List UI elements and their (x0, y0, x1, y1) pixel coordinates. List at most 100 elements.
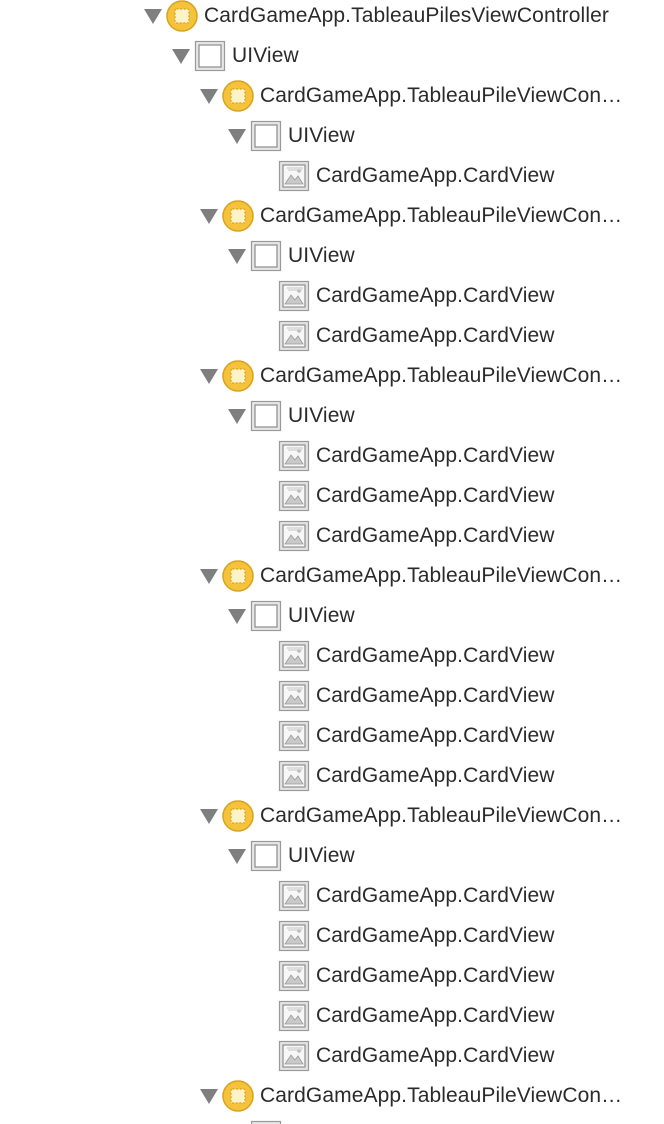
outline-row-label: CardGameApp.CardView (316, 1004, 555, 1027)
outline-row-card[interactable]: CardGameApp.CardView (0, 716, 664, 756)
view-icon (250, 1120, 282, 1124)
outline-row-card[interactable]: CardGameApp.CardView (0, 436, 664, 476)
disclosure-triangle-icon[interactable] (220, 236, 248, 276)
outline-row-label: CardGameApp.CardView (316, 764, 555, 787)
outline-row-card[interactable]: CardGameApp.CardView (0, 316, 664, 356)
disclosure-triangle-icon[interactable] (220, 596, 248, 636)
disclosure-triangle-icon[interactable] (192, 76, 220, 116)
view-icon (250, 120, 282, 152)
outline-row-card[interactable]: CardGameApp.CardView (0, 756, 664, 796)
outline-row-label: CardGameApp.CardView (316, 484, 555, 507)
outline-row-label: CardGameApp.CardView (316, 1044, 555, 1067)
view-controller-icon (222, 80, 254, 112)
outline-row-card[interactable]: CardGameApp.CardView (0, 476, 664, 516)
image-view-icon (278, 680, 310, 712)
outline-row-card[interactable]: CardGameApp.CardView (0, 676, 664, 716)
image-view-icon (278, 480, 310, 512)
outline-row-view[interactable]: UIView (0, 836, 664, 876)
disclosure-triangle-icon[interactable] (164, 36, 192, 76)
outline-row-controller[interactable]: CardGameApp.TableauPileViewCon… (0, 196, 664, 236)
image-view-icon (278, 160, 310, 192)
outline-row-label: CardGameApp.CardView (316, 444, 555, 467)
outline-row-label: CardGameApp.TableauPilesViewController (204, 4, 609, 27)
outline-row-view[interactable]: UIView (0, 396, 664, 436)
outline-row-label: CardGameApp.CardView (316, 964, 555, 987)
image-view-icon (278, 1040, 310, 1072)
view-icon (194, 40, 226, 72)
outline-row-controller[interactable]: CardGameApp.TableauPilesViewController (0, 0, 664, 36)
outline-row-view[interactable]: UIView (0, 116, 664, 156)
outline-row-card[interactable]: CardGameApp.CardView (0, 1036, 664, 1076)
image-view-icon (278, 280, 310, 312)
disclosure-triangle-icon[interactable] (220, 836, 248, 876)
image-view-icon (278, 1000, 310, 1032)
view-hierarchy-outline: CardGameApp.TableauPilesViewController UI… (0, 0, 664, 1124)
disclosure-triangle-icon[interactable] (136, 0, 164, 36)
image-view-icon (278, 440, 310, 472)
outline-row-controller[interactable]: CardGameApp.TableauPileViewCon… (0, 356, 664, 396)
outline-row-label: CardGameApp.CardView (316, 164, 555, 187)
outline-row-card[interactable]: CardGameApp.CardView (0, 516, 664, 556)
disclosure-triangle-icon[interactable] (220, 396, 248, 436)
outline-row-label: CardGameApp.CardView (316, 724, 555, 747)
outline-row-label: CardGameApp.CardView (316, 324, 555, 347)
outline-row-label: CardGameApp.TableauPileViewCon… (260, 84, 623, 107)
outline-row-label: CardGameApp.TableauPileViewCon… (260, 204, 623, 227)
outline-row-label: UIView (232, 44, 299, 67)
outline-row-card[interactable]: CardGameApp.CardView (0, 276, 664, 316)
view-icon (250, 240, 282, 272)
image-view-icon (278, 520, 310, 552)
disclosure-triangle-icon[interactable] (192, 796, 220, 836)
outline-row-controller[interactable]: CardGameApp.TableauPileViewCon… (0, 76, 664, 116)
outline-row-card[interactable]: CardGameApp.CardView (0, 996, 664, 1036)
outline-row-view[interactable]: UIView (0, 36, 664, 76)
outline-row-label: CardGameApp.CardView (316, 644, 555, 667)
outline-row-card[interactable]: CardGameApp.CardView (0, 156, 664, 196)
outline-row-controller[interactable]: CardGameApp.TableauPileViewCon… (0, 796, 664, 836)
outline-row-label: CardGameApp.CardView (316, 524, 555, 547)
outline-row-card[interactable]: CardGameApp.CardView (0, 876, 664, 916)
outline-row-view[interactable]: UIView (0, 596, 664, 636)
outline-row-label: CardGameApp.CardView (316, 284, 555, 307)
outline-row-label: UIView (288, 124, 355, 147)
view-controller-icon (222, 200, 254, 232)
image-view-icon (278, 320, 310, 352)
disclosure-triangle-icon[interactable] (192, 556, 220, 596)
outline-row-label: UIView (288, 844, 355, 867)
image-view-icon (278, 640, 310, 672)
outline-row-view[interactable] (0, 1116, 664, 1124)
view-controller-icon (222, 800, 254, 832)
outline-row-card[interactable]: CardGameApp.CardView (0, 956, 664, 996)
outline-row-label: UIView (288, 604, 355, 627)
outline-row-label: CardGameApp.CardView (316, 884, 555, 907)
view-icon (250, 400, 282, 432)
view-controller-icon (222, 360, 254, 392)
view-icon (250, 840, 282, 872)
image-view-icon (278, 720, 310, 752)
outline-row-card[interactable]: CardGameApp.CardView (0, 916, 664, 956)
outline-row-label: CardGameApp.TableauPileViewCon… (260, 564, 623, 587)
image-view-icon (278, 760, 310, 792)
outline-row-controller[interactable]: CardGameApp.TableauPileViewCon… (0, 556, 664, 596)
view-controller-icon (222, 1080, 254, 1112)
outline-row-label: CardGameApp.TableauPileViewCon… (260, 804, 623, 827)
outline-row-label: CardGameApp.TableauPileViewCon… (260, 364, 623, 387)
outline-row-view[interactable]: UIView (0, 236, 664, 276)
outline-row-label: CardGameApp.CardView (316, 684, 555, 707)
image-view-icon (278, 920, 310, 952)
outline-row-label: UIView (288, 404, 355, 427)
view-icon (250, 600, 282, 632)
disclosure-triangle-icon[interactable] (192, 1076, 220, 1116)
outline-row-label: CardGameApp.CardView (316, 924, 555, 947)
disclosure-triangle-icon[interactable] (220, 116, 248, 156)
outline-row-card[interactable]: CardGameApp.CardView (0, 636, 664, 676)
disclosure-triangle-icon[interactable] (192, 356, 220, 396)
image-view-icon (278, 960, 310, 992)
outline-row-label: CardGameApp.TableauPileViewCon… (260, 1084, 623, 1107)
view-controller-icon (222, 560, 254, 592)
view-controller-icon (166, 0, 198, 32)
image-view-icon (278, 880, 310, 912)
outline-row-label: UIView (288, 244, 355, 267)
outline-row-controller[interactable]: CardGameApp.TableauPileViewCon… (0, 1076, 664, 1116)
disclosure-triangle-icon[interactable] (192, 196, 220, 236)
